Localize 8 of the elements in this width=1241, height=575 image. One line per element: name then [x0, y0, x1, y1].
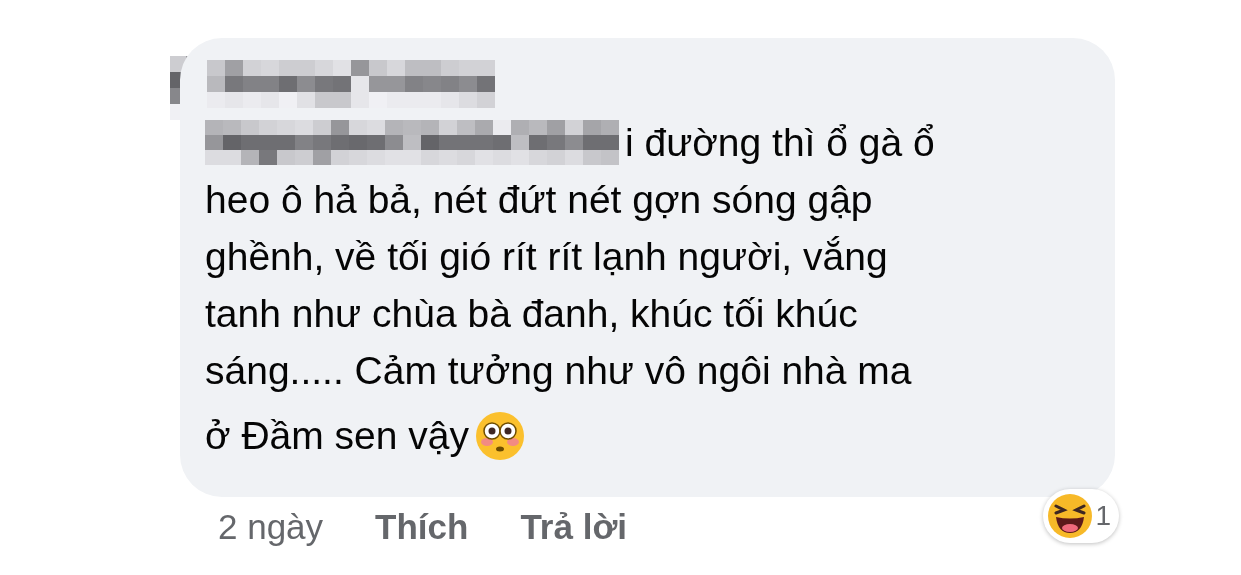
comment-time: 2 ngày: [218, 507, 324, 547]
comment-text: ở Đầm sen vậy: [205, 413, 469, 459]
reply-link[interactable]: Trả lời: [520, 507, 627, 547]
comment-text: i đường thì ổ gà ổ: [625, 120, 935, 166]
reaction-badge[interactable]: 1: [1043, 489, 1119, 543]
like-link[interactable]: Thích: [375, 507, 469, 547]
laughing-face-icon: [1047, 493, 1094, 539]
flushed-face-icon: [475, 411, 525, 461]
